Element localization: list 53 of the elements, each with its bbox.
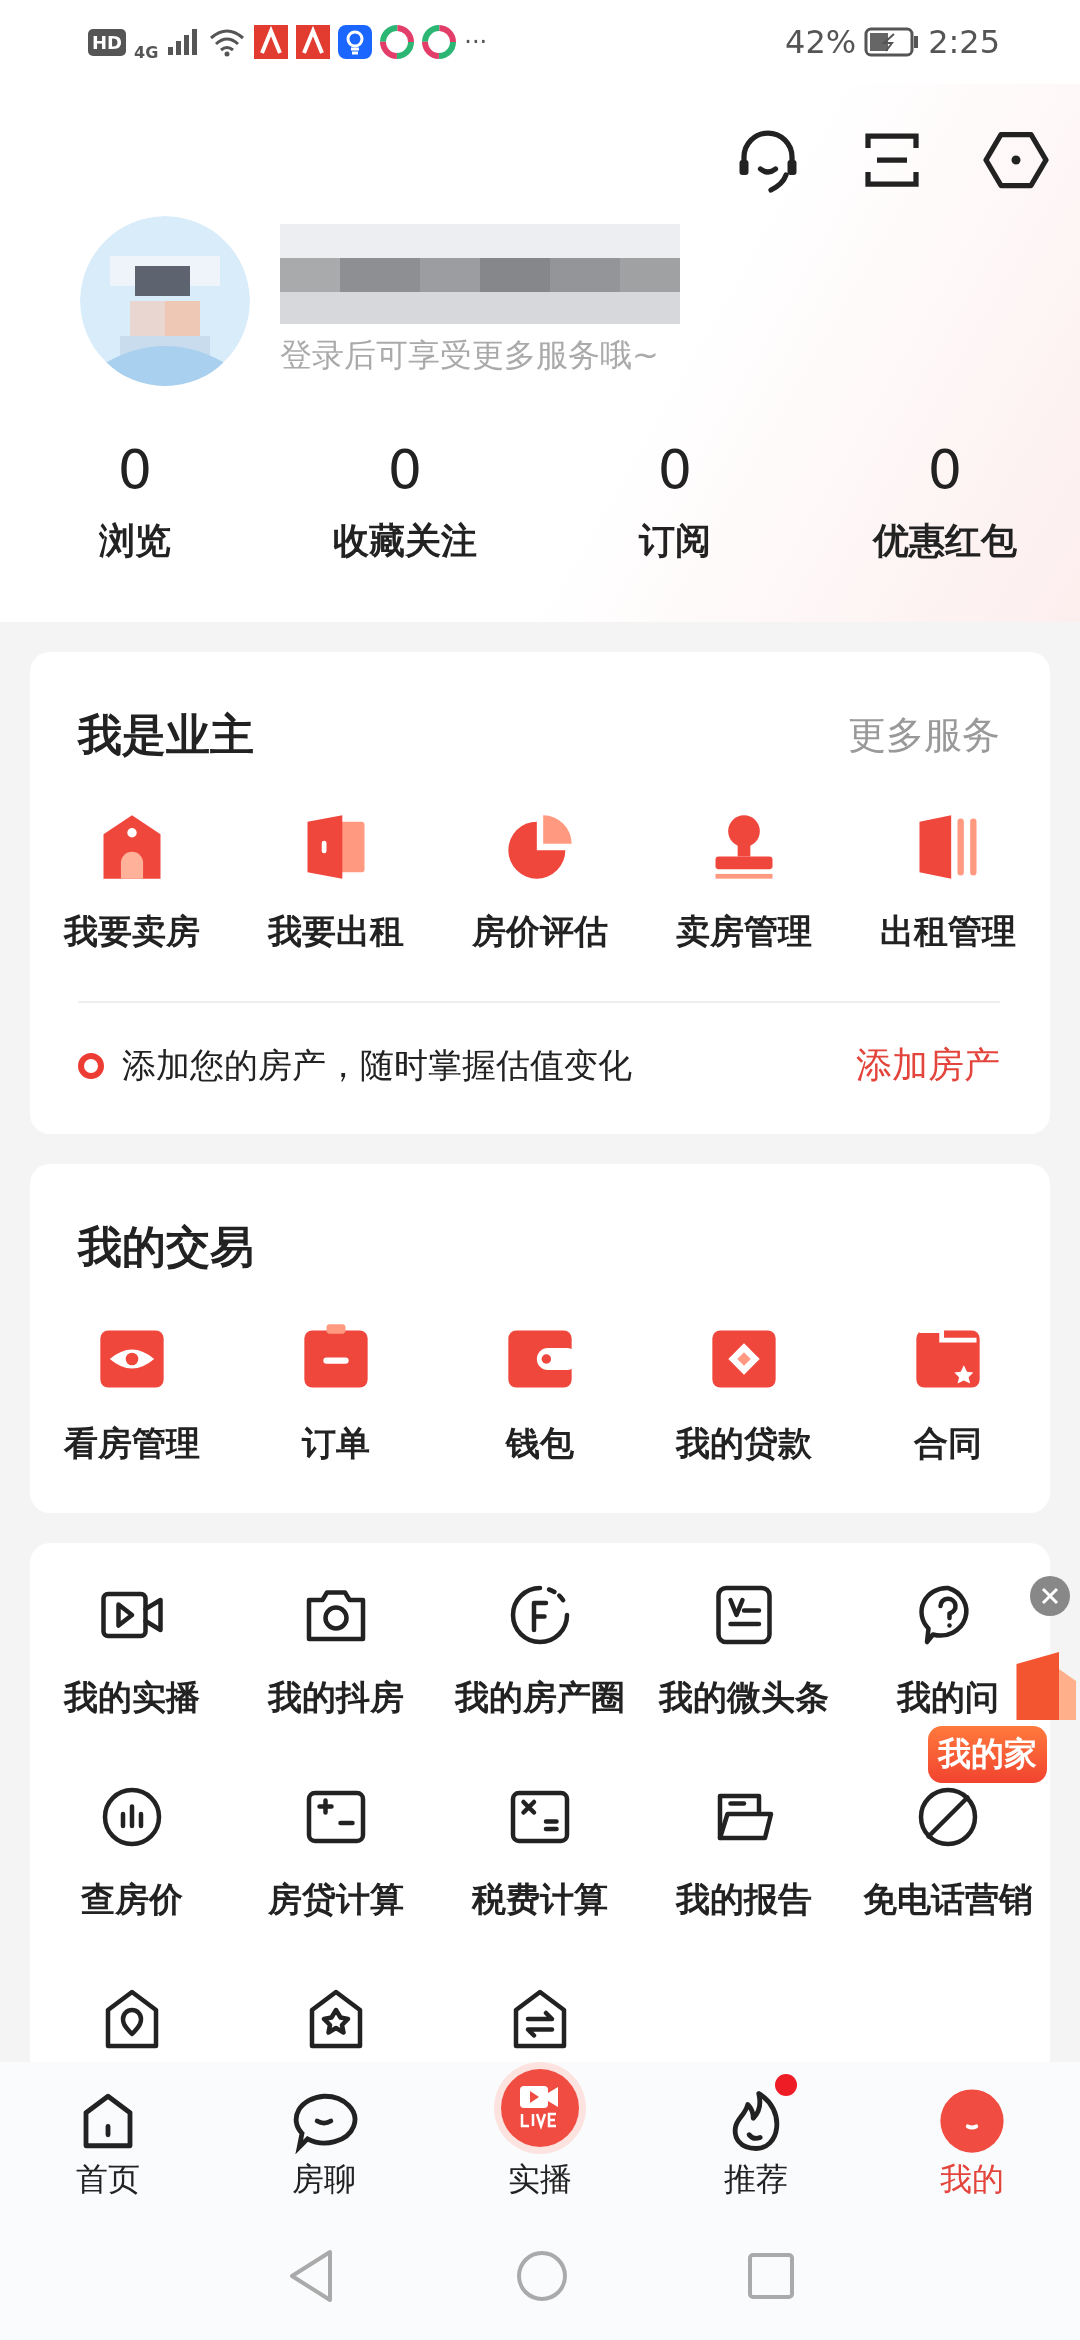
close-icon[interactable]	[1030, 1576, 1070, 1616]
app-icon	[380, 25, 415, 59]
tool-label[interactable]: 税费计算	[472, 1877, 608, 1923]
tab[interactable]: 首页	[0, 2062, 216, 2212]
tool-label[interactable]: 我的实播	[64, 1675, 200, 1721]
stat-label[interactable]: 浏览	[99, 517, 171, 566]
tool-label[interactable]: 查房价	[81, 1877, 183, 1923]
stat-value: 0	[117, 438, 153, 501]
hd-indicator: HD	[88, 28, 126, 56]
card-title: 我的交易	[78, 1220, 254, 1274]
wifi-icon	[208, 27, 247, 57]
network-type: 4G	[134, 42, 159, 62]
battery-charging-icon	[864, 27, 921, 57]
tab[interactable]: 推荐	[648, 2062, 864, 2212]
service-label[interactable]: 合同	[914, 1421, 982, 1467]
tool-label[interactable]: 我的抖房	[268, 1675, 404, 1721]
service-label[interactable]: 我的贷款	[676, 1421, 812, 1467]
tool-label[interactable]: 我的报告	[676, 1877, 812, 1923]
tip-text: 添加您的房产，随时掌握估值变化	[122, 1043, 633, 1087]
service-label[interactable]: 钱包	[506, 1421, 574, 1467]
stat-label[interactable]: 优惠红包	[873, 517, 1017, 566]
service-label[interactable]: 我要卖房	[64, 909, 200, 955]
service-label[interactable]: 我要出租	[268, 909, 404, 955]
tab[interactable]: 我的	[864, 2062, 1080, 2212]
stat-label[interactable]: 收藏关注	[333, 517, 477, 566]
stat-value: 0	[387, 438, 423, 501]
service-label[interactable]: 看房管理	[64, 1421, 200, 1467]
tab[interactable]: 实播	[432, 2062, 648, 2212]
app-icon	[296, 25, 331, 59]
tool-label[interactable]: 免电话营销	[863, 1877, 1033, 1923]
battery-percentage: 42%	[785, 23, 857, 61]
tool-label[interactable]: 房贷计算	[268, 1877, 404, 1923]
tab[interactable]: 房聊	[216, 2062, 432, 2212]
tool-label[interactable]: 我的微头条	[659, 1675, 829, 1721]
tool-label[interactable]: 我的问	[897, 1675, 999, 1721]
service-label[interactable]: 订单	[302, 1421, 370, 1467]
more-notifications: ···	[464, 28, 488, 56]
ring-icon	[78, 1052, 104, 1079]
clock: 2:25	[928, 23, 1000, 61]
app-icon	[422, 25, 457, 59]
stat-value: 0	[927, 438, 963, 501]
lightbulb-icon	[338, 25, 373, 59]
stat-value: 0	[657, 438, 693, 501]
avatar-icon	[939, 2088, 1005, 2154]
app-icon	[254, 25, 289, 59]
tool-label[interactable]: 我的房产圈	[455, 1675, 625, 1721]
add-property-link[interactable]: 添加房产	[856, 1041, 1000, 1090]
login-hint: 登录后可享受更多服务哦~	[280, 335, 660, 376]
service-label[interactable]: 出租管理	[880, 909, 1016, 955]
service-label[interactable]: 卖房管理	[676, 909, 812, 955]
card-title: 我是业主	[78, 708, 254, 762]
stat-label[interactable]: 订阅	[639, 517, 711, 566]
service-label[interactable]: 房价评估	[472, 909, 608, 955]
